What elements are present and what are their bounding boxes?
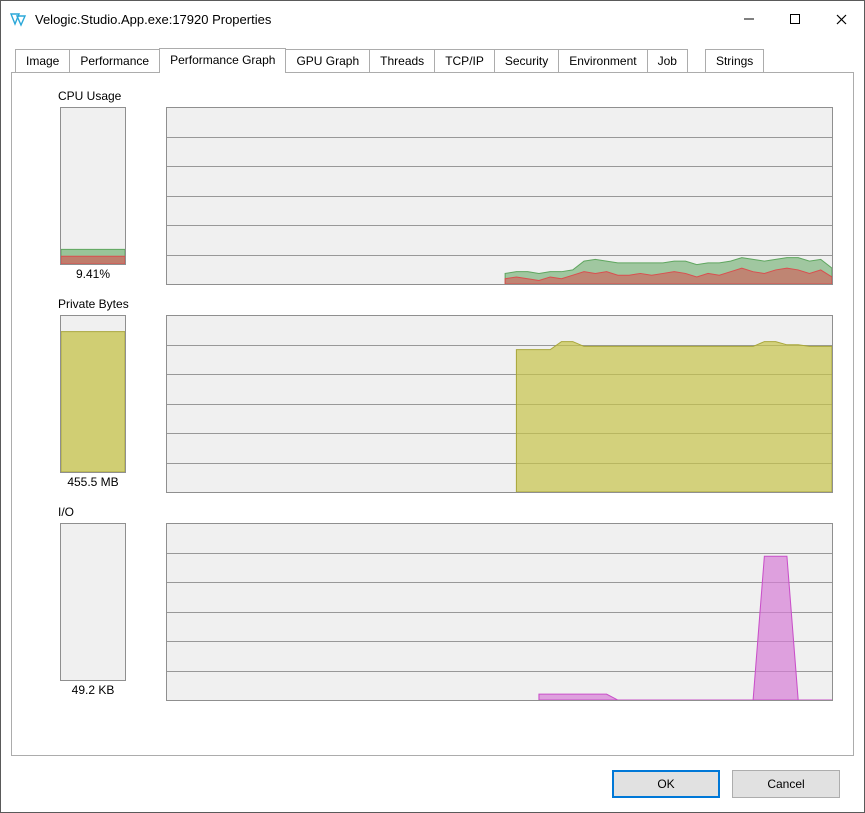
tab-environment[interactable]: Environment <box>558 49 647 73</box>
io-title: I/O <box>58 505 833 519</box>
maximize-button[interactable] <box>772 1 818 37</box>
section-io: I/O 49.2 KB <box>32 505 833 701</box>
close-button[interactable] <box>818 1 864 37</box>
tab-job[interactable]: Job <box>647 49 688 73</box>
io-value-label: 49.2 KB <box>72 683 115 697</box>
mem-value-label: 455.5 MB <box>67 475 118 489</box>
mem-history-graph[interactable] <box>166 315 833 493</box>
tab-gpu-graph[interactable]: GPU Graph <box>285 49 370 73</box>
cancel-button[interactable]: Cancel <box>732 770 840 798</box>
tab-threads[interactable]: Threads <box>369 49 435 73</box>
window-title: Velogic.Studio.App.exe:17920 Properties <box>35 12 726 27</box>
cpu-title: CPU Usage <box>58 89 833 103</box>
cpu-value-label: 9.41% <box>76 267 110 281</box>
tab-strings[interactable]: Strings <box>705 49 764 73</box>
mem-title: Private Bytes <box>58 297 833 311</box>
tab-performance-graph[interactable]: Performance Graph <box>159 48 286 73</box>
window-controls <box>726 1 864 37</box>
tab-panel-performance-graph: CPU Usage 9.41% Private Bytes <box>11 72 854 756</box>
tab-security[interactable]: Security <box>494 49 559 73</box>
section-private-bytes: Private Bytes 455.5 MB <box>32 297 833 493</box>
io-mini-graph[interactable] <box>60 523 126 681</box>
ok-button[interactable]: OK <box>612 770 720 798</box>
minimize-button[interactable] <box>726 1 772 37</box>
tab-performance[interactable]: Performance <box>69 49 160 73</box>
titlebar: Velogic.Studio.App.exe:17920 Properties <box>1 1 864 37</box>
tab-tcpip[interactable]: TCP/IP <box>434 49 495 73</box>
cpu-history-graph[interactable] <box>166 107 833 285</box>
tab-strip: Image Performance Performance Graph GPU … <box>11 47 854 72</box>
app-icon <box>9 10 27 28</box>
client-area: Image Performance Performance Graph GPU … <box>1 37 864 812</box>
io-history-graph[interactable] <box>166 523 833 701</box>
cpu-mini-graph[interactable] <box>60 107 126 265</box>
tab-image[interactable]: Image <box>15 49 70 73</box>
properties-window: Velogic.Studio.App.exe:17920 Properties … <box>0 0 865 813</box>
mem-mini-graph[interactable] <box>60 315 126 473</box>
section-cpu: CPU Usage 9.41% <box>32 89 833 285</box>
dialog-buttons: OK Cancel <box>11 756 854 812</box>
